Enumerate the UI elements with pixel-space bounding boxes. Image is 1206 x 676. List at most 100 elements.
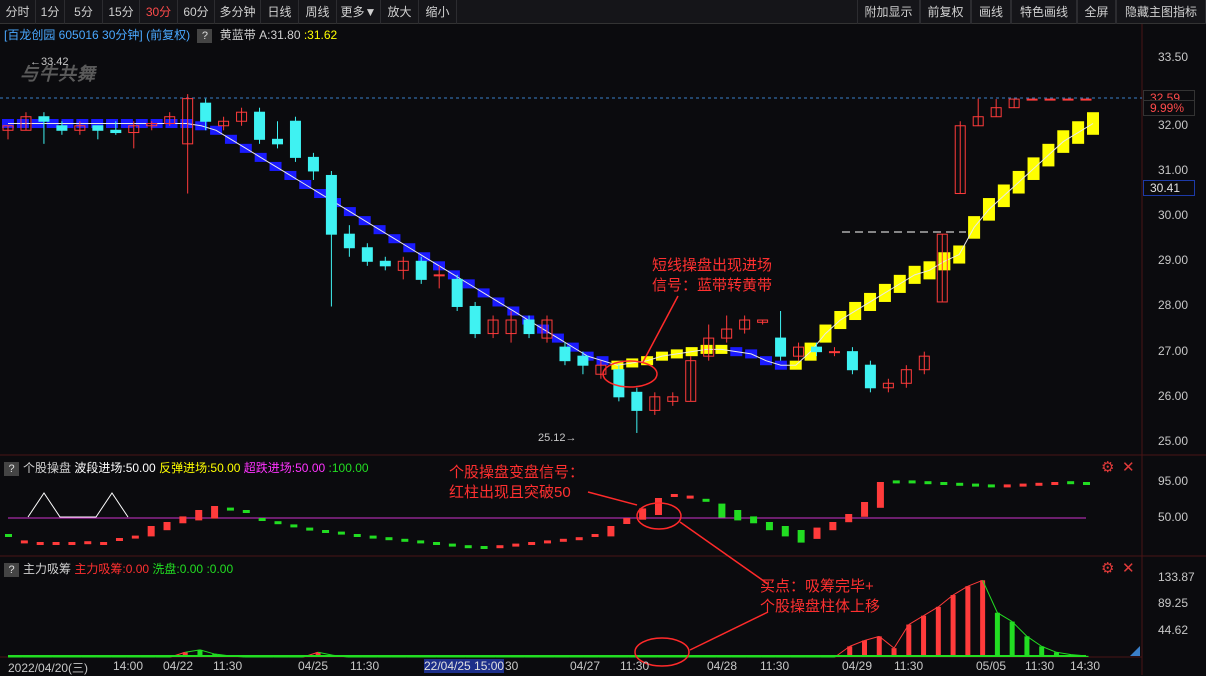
operate-bar: [5, 534, 12, 537]
price-tick: 30.00: [1158, 208, 1189, 223]
absorb-bar: [906, 624, 912, 657]
corner-icon: [1130, 646, 1140, 656]
operate-bar: [115, 538, 123, 541]
candle-body: [307, 156, 319, 172]
candle-body: [325, 174, 337, 235]
operate-bar: [654, 498, 662, 515]
operate-bar: [686, 495, 694, 499]
operate-bar: [20, 540, 28, 544]
operate-bar: [369, 535, 377, 539]
time-label: 2022/04/20(三): [8, 661, 89, 675]
candle-body: [846, 351, 858, 371]
price-tick: 25.00: [1158, 434, 1189, 448]
operate-bar: [242, 510, 250, 513]
operate-bar: [797, 530, 805, 543]
price-tick: 26.00: [1158, 388, 1189, 403]
operate-bar: [956, 482, 964, 486]
price-tag: 30.41: [1143, 180, 1195, 196]
candle-body: [631, 391, 643, 411]
p2-wave-entry: 波段进场:50.00: [74, 461, 156, 475]
operate-bar: [179, 516, 187, 524]
operate-bar: [972, 483, 980, 487]
operate-bar: [337, 531, 345, 535]
panel-title-operate: ? 个股操盘 波段进场:50.00 反弹进场:50.00 超跌进场:50.00 :…: [4, 459, 369, 476]
absorb-bar: [980, 580, 986, 657]
operate-bar: [1083, 482, 1090, 485]
candle-body: [613, 369, 625, 398]
candle-body: [1026, 98, 1038, 101]
price-tick: 33.50: [1158, 50, 1189, 64]
operate-bar: [385, 537, 393, 541]
time-label: 11:30: [1025, 659, 1055, 673]
high-mark: ←33.42: [30, 56, 69, 68]
p3-name: 主力吸筹: [23, 562, 72, 576]
candle-body: [56, 125, 68, 131]
time-label: 14:00: [113, 659, 144, 673]
operate-bar: [195, 510, 203, 521]
annotation-signal: 个股操盘变盘信号： 红柱出现且突破50: [449, 463, 584, 503]
annotation-entry: 短线操盘出现进场 信号：蓝带转黄带: [652, 256, 772, 296]
operate-bar: [892, 480, 900, 484]
gear-icon[interactable]: ⚙: [1101, 561, 1114, 576]
time-label: 04/29: [842, 659, 873, 673]
operate-bar: [607, 526, 615, 537]
help-icon[interactable]: ?: [4, 563, 19, 577]
annotation-buy-line1: 买点：吸筹完毕+: [760, 578, 874, 595]
operate-bar: [829, 522, 837, 531]
operate-bar: [702, 498, 710, 502]
candle-body: [1062, 98, 1074, 101]
candle-body: [811, 346, 822, 353]
candle-body: [433, 274, 445, 277]
candle-body: [559, 346, 571, 362]
p2-extra: :100.00: [328, 461, 369, 475]
operate-bar: [147, 526, 155, 537]
absorb-bar: [861, 640, 867, 657]
operate-bar: [781, 526, 789, 537]
time-label: 04/22: [163, 659, 194, 673]
operate-bar: [306, 527, 314, 531]
operate-bar: [1035, 482, 1043, 486]
operate-bar: [100, 542, 108, 545]
absorb-bar: [935, 606, 941, 657]
operate-bar: [1003, 484, 1011, 488]
candle-body: [523, 319, 535, 335]
operate-bar: [290, 524, 298, 528]
absorb-bar: [876, 636, 882, 657]
price-tick: 31.00: [1158, 162, 1189, 177]
operate-bar: [211, 506, 219, 519]
p3-wash: 洗盘:0.00: [152, 562, 204, 576]
annotation-entry-line1: 短线操盘出现进场: [652, 257, 773, 274]
time-label: 11:30: [350, 659, 380, 673]
operate-bar: [322, 530, 330, 533]
candle-body: [361, 247, 373, 262]
close-icon[interactable]: ✕: [1122, 561, 1135, 576]
operate-bar: [591, 534, 599, 537]
price-tick: 28.00: [1158, 298, 1189, 313]
operate-bar: [940, 482, 948, 485]
candle-body: [775, 337, 787, 357]
panel-title-absorb: ? 主力吸筹 主力吸筹:0.00 洗盘:0.00 :0.00: [4, 560, 233, 577]
operate-bar: [464, 545, 472, 549]
absorb-bar: [965, 586, 971, 657]
time-label: 05/05: [976, 659, 1007, 673]
price-tick: 27.00: [1158, 343, 1189, 358]
operate-bar: [623, 518, 631, 524]
operate-bar: [987, 484, 995, 488]
candle-body: [451, 278, 463, 307]
candle-body: [343, 233, 355, 249]
operate-bar: [670, 494, 678, 497]
annotation-arrow: [689, 611, 769, 651]
operate-bar: [734, 510, 742, 521]
annotation-buy-line2: 个股操盘柱体上移: [760, 598, 881, 615]
help-icon[interactable]: ?: [4, 462, 19, 476]
operate-bar: [861, 502, 869, 517]
close-icon[interactable]: ✕: [1122, 460, 1135, 475]
annotation-arrow: [679, 521, 769, 585]
candle-body: [272, 138, 283, 145]
time-label: 22/04/25 15:00: [424, 659, 505, 673]
annotation-buy: 买点：吸筹完毕+ 个股操盘柱体上移: [760, 577, 880, 617]
operate-bar: [845, 514, 853, 523]
operate-bar: [417, 540, 425, 544]
time-label: 30: [505, 659, 519, 673]
gear-icon[interactable]: ⚙: [1101, 460, 1114, 475]
